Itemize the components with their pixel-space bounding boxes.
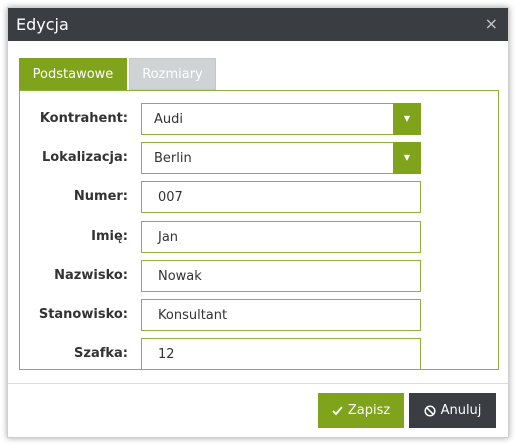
dialog-titlebar: Edycja × xyxy=(8,8,508,41)
lokalizacja-select[interactable]: Berlin ▼ xyxy=(141,142,421,174)
lokalizacja-value: Berlin xyxy=(154,151,192,166)
stanowisko-label: Stanowisko: xyxy=(38,307,128,322)
szafka-input[interactable]: 12 xyxy=(141,338,421,370)
szafka-value: 12 xyxy=(158,347,175,362)
row-szafka: Szafka: 12 xyxy=(20,338,498,370)
nazwisko-value: Nowak xyxy=(158,269,202,284)
numer-value: 007 xyxy=(158,190,183,205)
row-lokalizacja: Lokalizacja: Berlin ▼ xyxy=(20,142,498,174)
lokalizacja-label: Lokalizacja: xyxy=(41,150,128,165)
imie-input[interactable]: Jan xyxy=(141,221,421,253)
row-nazwisko: Nazwisko: Nowak xyxy=(20,260,498,292)
save-button[interactable]: Zapisz xyxy=(318,393,404,428)
edit-dialog: Edycja × Podstawowe Rozmiary Kontrahent:… xyxy=(7,7,509,438)
footer-divider xyxy=(8,383,508,384)
tab-rozmiary[interactable]: Rozmiary xyxy=(129,58,216,90)
stanowisko-value: Konsultant xyxy=(158,308,228,323)
numer-input[interactable]: 007 xyxy=(141,181,421,213)
tab-panel: Kontrahent: Audi ▼ Lokalizacja: Berlin ▼… xyxy=(19,90,499,370)
dialog-title: Edycja xyxy=(16,15,69,34)
close-icon[interactable]: × xyxy=(485,15,498,33)
kontrahent-select[interactable]: Audi ▼ xyxy=(141,103,421,135)
szafka-label: Szafka: xyxy=(74,346,128,361)
row-numer: Numer: 007 xyxy=(20,181,498,213)
cancel-button-label: Anuluj xyxy=(440,403,482,418)
row-stanowisko: Stanowisko: Konsultant xyxy=(20,299,498,331)
save-button-label: Zapisz xyxy=(347,403,391,418)
ban-icon xyxy=(424,404,436,417)
check-icon xyxy=(332,405,343,416)
imie-label: Imię: xyxy=(91,229,128,244)
tab-podstawowe[interactable]: Podstawowe xyxy=(19,58,127,90)
kontrahent-label: Kontrahent: xyxy=(39,111,128,126)
nazwisko-input[interactable]: Nowak xyxy=(141,260,421,292)
caret-down-icon[interactable]: ▼ xyxy=(393,103,421,135)
stanowisko-input[interactable]: Konsultant xyxy=(141,299,421,331)
imie-value: Jan xyxy=(158,230,179,245)
caret-down-icon[interactable]: ▼ xyxy=(393,142,421,174)
row-imie: Imię: Jan xyxy=(20,221,498,253)
cancel-button[interactable]: Anuluj xyxy=(409,393,496,428)
row-kontrahent: Kontrahent: Audi ▼ xyxy=(20,103,498,135)
numer-label: Numer: xyxy=(73,189,128,204)
kontrahent-value: Audi xyxy=(154,112,183,127)
nazwisko-label: Nazwisko: xyxy=(54,268,128,283)
